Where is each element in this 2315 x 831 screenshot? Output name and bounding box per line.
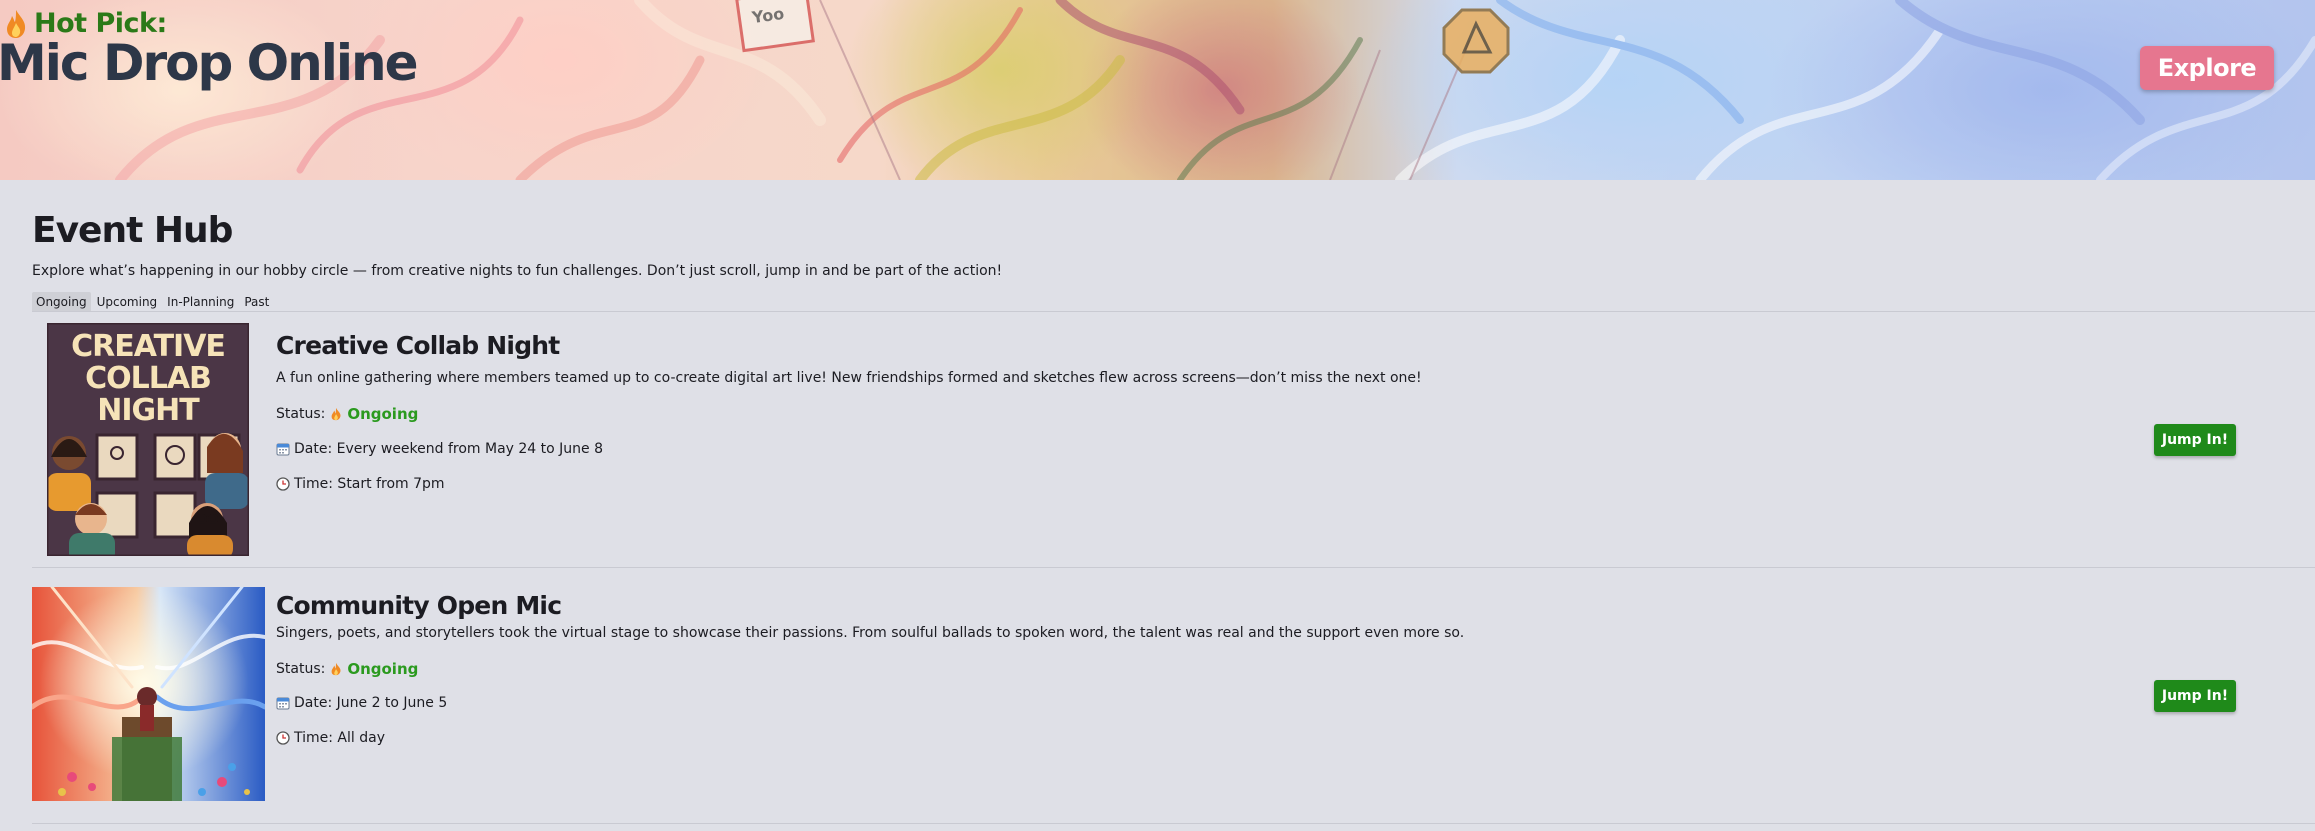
- jump-in-button[interactable]: Jump In!: [2154, 424, 2236, 456]
- tab-in-planning[interactable]: In-Planning: [163, 292, 238, 312]
- clock-icon: [276, 477, 290, 491]
- tab-upcoming[interactable]: Upcoming: [93, 292, 162, 312]
- jump-in-button[interactable]: Jump In!: [2154, 680, 2236, 712]
- status-label: Status:: [276, 661, 326, 677]
- date-text: Date: Every weekend from May 24 to June …: [294, 441, 604, 457]
- page-title: Event Hub: [32, 210, 233, 251]
- event-image-open-mic[interactable]: [32, 587, 265, 801]
- status-value: Ongoing: [347, 405, 419, 423]
- tab-past[interactable]: Past: [240, 292, 273, 312]
- poster-line-2: COLLAB: [85, 361, 212, 396]
- calendar-icon: [276, 697, 290, 710]
- event-status: Status: Ongoing: [276, 660, 418, 678]
- event-time: Time: All day: [276, 730, 385, 746]
- hero-banner: Yoo Hot Pick: Mic Drop Online Explore: [0, 0, 2315, 180]
- event-card: CREATIVE COLLAB NIGHT Creative Collab Ni…: [0, 311, 2315, 567]
- status-label: Status:: [276, 406, 326, 422]
- event-time: Time: Start from 7pm: [276, 476, 445, 492]
- event-title[interactable]: Creative Collab Night: [276, 331, 560, 360]
- date-text: Date: June 2 to June 5: [294, 695, 448, 711]
- poster-line-3: NIGHT: [97, 393, 199, 428]
- event-status: Status: Ongoing: [276, 405, 418, 423]
- open-mic-art: [32, 587, 265, 801]
- flame-icon: [331, 662, 341, 676]
- event-date: Date: Every weekend from May 24 to June …: [276, 441, 603, 457]
- page-description: Explore what’s happening in our hobby ci…: [32, 263, 1003, 279]
- divider: [32, 823, 2315, 824]
- event-description: Singers, poets, and storytellers took th…: [276, 625, 1465, 641]
- event-description: A fun online gathering where members tea…: [276, 370, 1422, 386]
- time-text: Time: All day: [294, 730, 385, 746]
- event-poster-creative-collab[interactable]: CREATIVE COLLAB NIGHT: [47, 323, 249, 556]
- flame-icon: [331, 407, 341, 421]
- explore-button[interactable]: Explore: [2140, 46, 2274, 90]
- poster-line-1: CREATIVE: [71, 329, 226, 364]
- event-card: Community Open Mic Singers, poets, and s…: [0, 567, 2315, 823]
- event-date: Date: June 2 to June 5: [276, 695, 447, 711]
- clock-icon: [276, 731, 290, 745]
- poster-title: CREATIVE COLLAB NIGHT: [47, 331, 249, 427]
- time-text: Time: Start from 7pm: [294, 476, 445, 492]
- tab-ongoing[interactable]: Ongoing: [32, 292, 91, 312]
- status-value: Ongoing: [347, 660, 419, 678]
- status-tabs: Ongoing Upcoming In-Planning Past: [32, 292, 273, 312]
- hero-title: Mic Drop Online: [0, 34, 419, 92]
- calendar-icon: [276, 443, 290, 456]
- event-title[interactable]: Community Open Mic: [276, 591, 562, 620]
